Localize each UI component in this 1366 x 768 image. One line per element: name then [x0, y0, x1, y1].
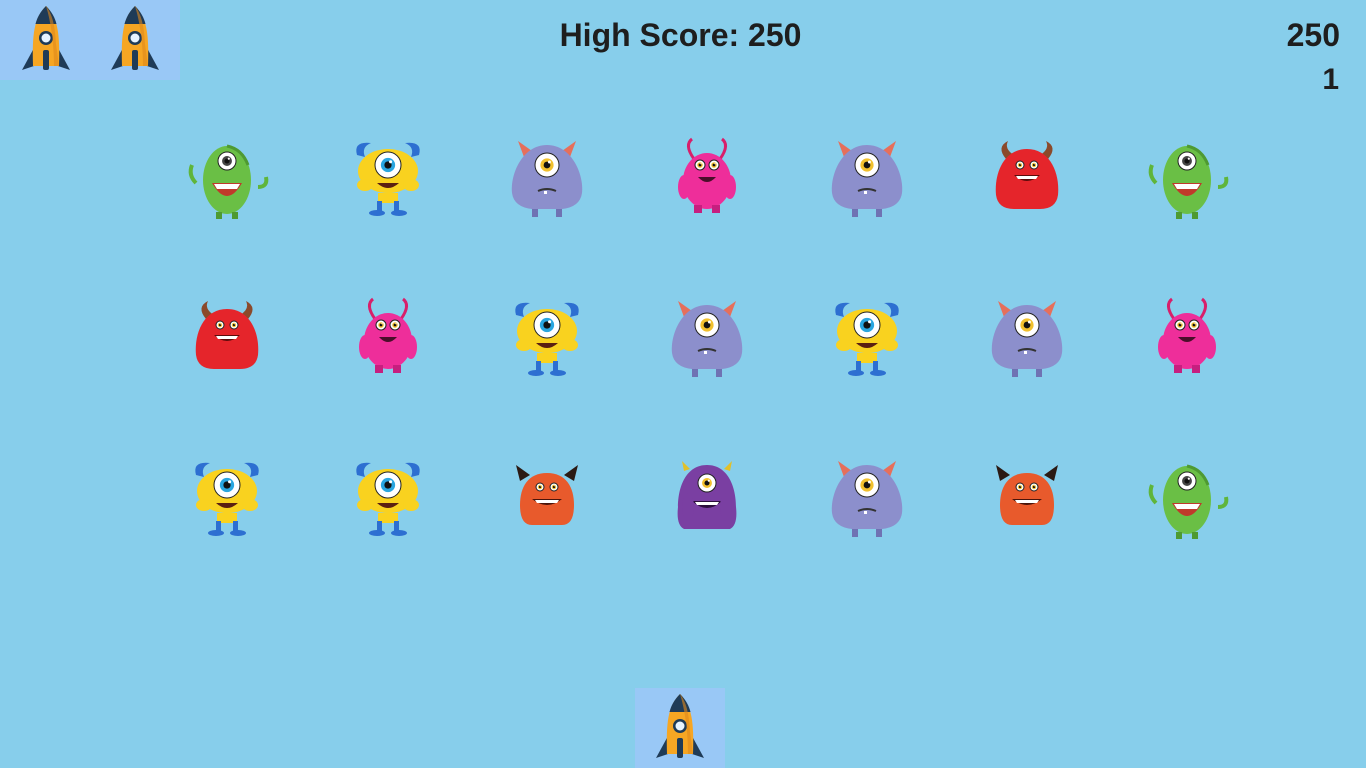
monster-purple-blob	[502, 135, 592, 225]
monster-green-cyclops	[1142, 455, 1232, 545]
monster-purple-blob	[982, 295, 1072, 385]
monster-orange-devil	[982, 455, 1072, 545]
monster-red-horned	[982, 135, 1072, 225]
monster-yellow-horned	[182, 455, 272, 545]
player-rocket[interactable]	[635, 688, 725, 768]
monster-red-horned	[182, 295, 272, 385]
monster-pink-antenna	[343, 295, 433, 385]
monster-green-cyclops	[182, 135, 272, 225]
monster-green-cyclops	[1142, 135, 1232, 225]
monster-yellow-horned	[343, 135, 433, 225]
monster-purple-blob	[662, 295, 752, 385]
monster-yellow-horned	[822, 295, 912, 385]
monster-purple-blob	[822, 135, 912, 225]
high-score-label: High Score: 250	[559, 17, 802, 53]
monster-pink-antenna	[662, 135, 752, 225]
monster-yellow-horned	[343, 455, 433, 545]
level-value: 1	[1322, 63, 1339, 96]
monster-yellow-horned	[502, 295, 592, 385]
monster-purple-blob	[822, 455, 912, 545]
score-value: 250	[1286, 17, 1340, 53]
monster-orange-devil	[502, 455, 592, 545]
monster-violet-cyclops	[662, 455, 752, 545]
monster-pink-antenna	[1142, 295, 1232, 385]
